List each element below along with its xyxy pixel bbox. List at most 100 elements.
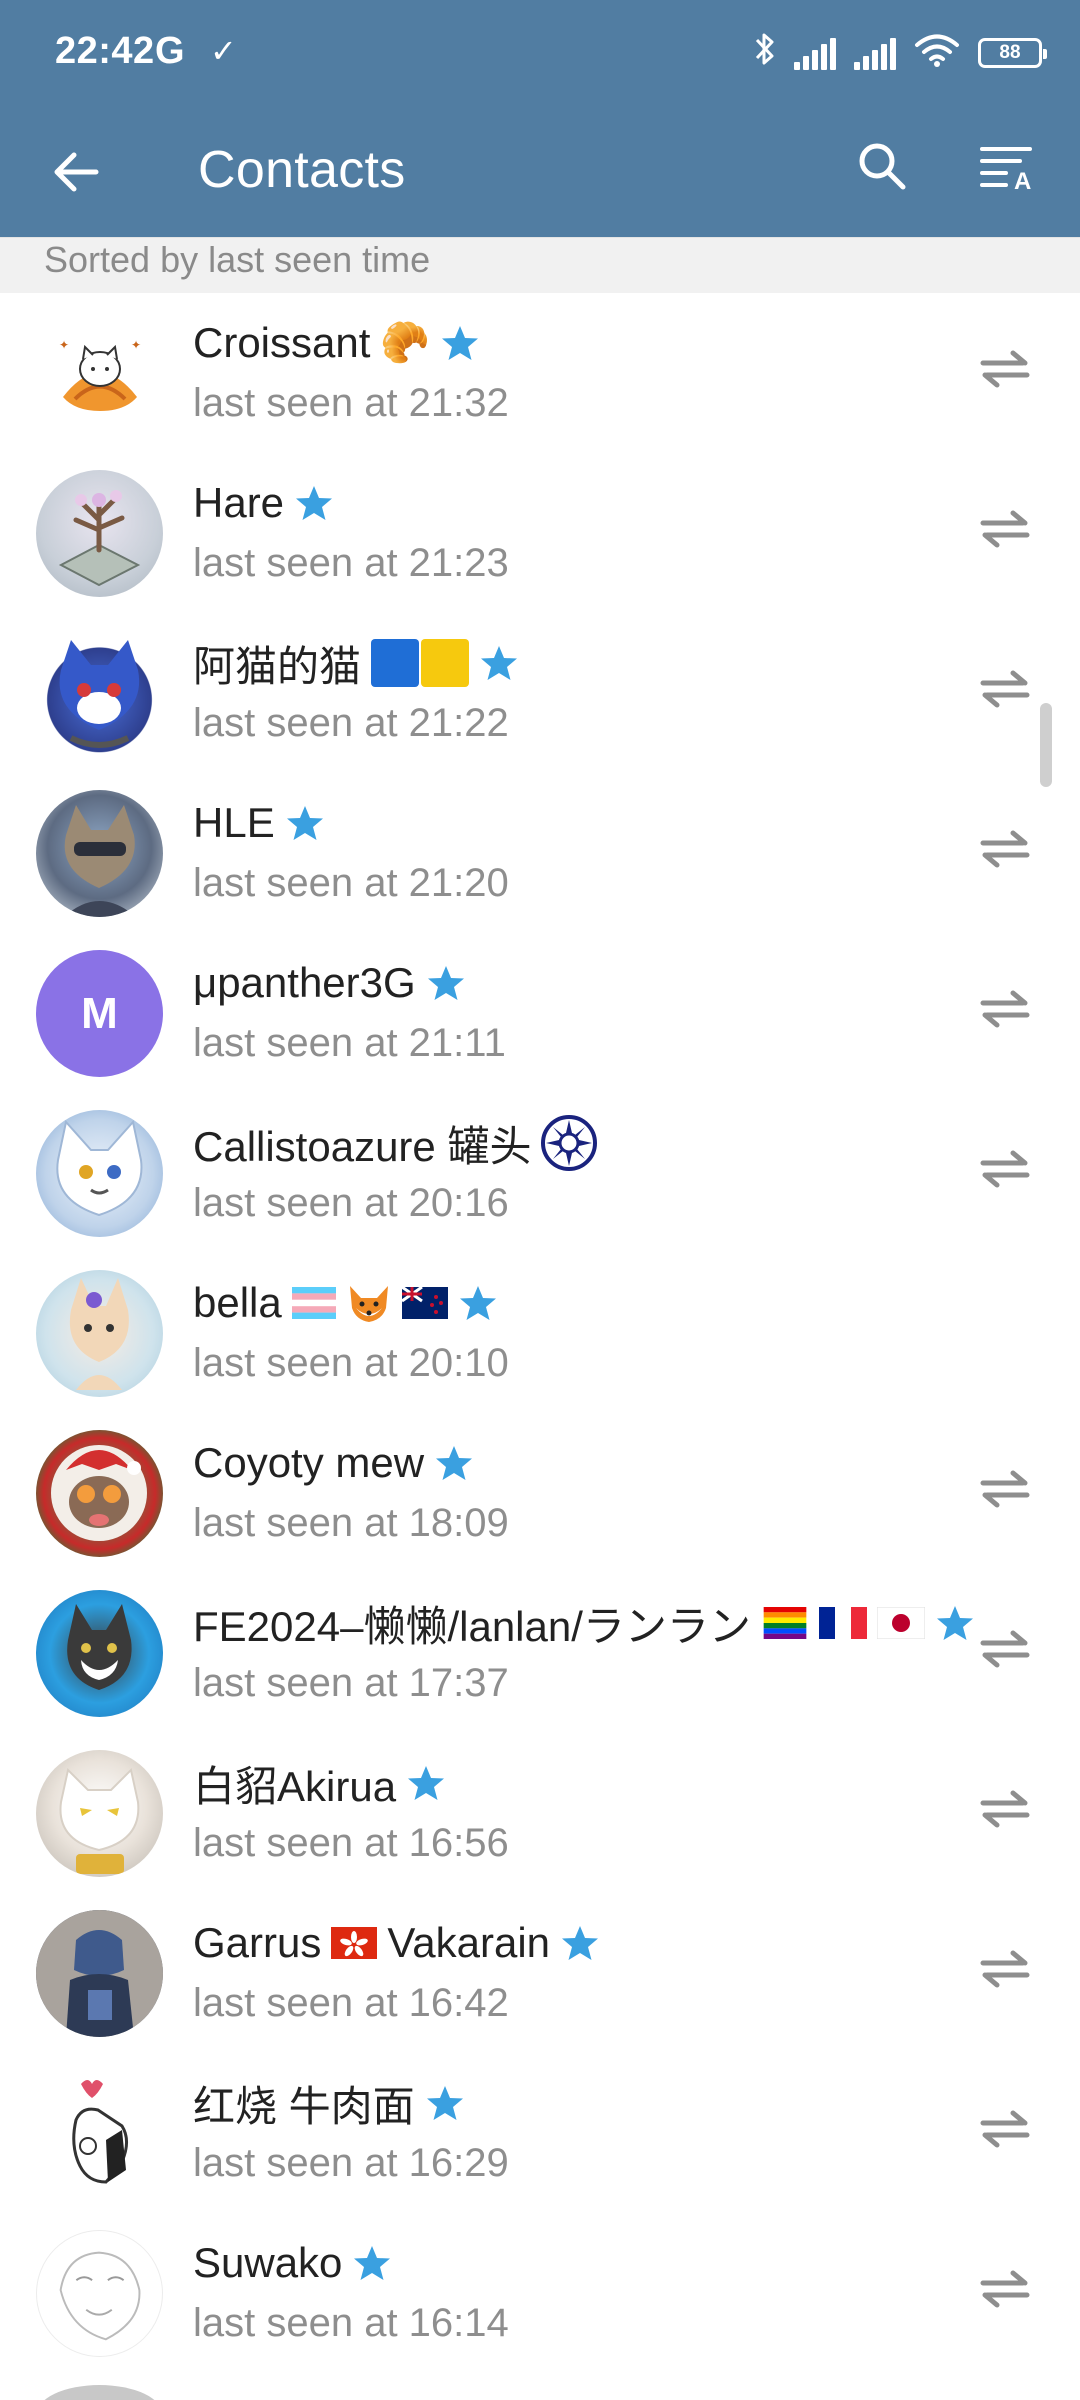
contact-name: Coyoty mew	[193, 1439, 425, 1486]
last-seen: last seen at 21:20	[193, 861, 509, 905]
status-icons: 88	[754, 28, 1047, 78]
bluetooth-icon	[754, 31, 776, 76]
star-icon	[286, 806, 323, 840]
app-header: 22:42 G ✓ 88 Contacts A	[0, 0, 1080, 237]
avatar[interactable]: ✦ ✦	[36, 310, 163, 437]
transgender-flag-icon	[291, 1287, 336, 1319]
star-icon	[296, 486, 333, 520]
contact-name: Callistoazure 罐头	[193, 1122, 532, 1170]
toolbar: Contacts A	[0, 108, 1080, 237]
swap-button[interactable]	[970, 499, 1040, 559]
contact-row[interactable]: HLE last seen at 21:20	[0, 773, 1080, 933]
swap-button[interactable]	[970, 2099, 1040, 2159]
yellow-square-emoji	[421, 639, 470, 687]
last-seen: last seen at 16:14	[193, 2301, 509, 2345]
contact-name: Hare	[193, 479, 285, 526]
contact-row[interactable]: FE2024–懒懒/lanlan/ランラン last seen at 17:37	[0, 1573, 1080, 1733]
star-icon	[562, 1926, 599, 1960]
contact-name-suffix: Vakarain	[387, 1919, 551, 1966]
avatar[interactable]	[36, 1910, 163, 2037]
avatar[interactable]: M	[36, 950, 163, 1077]
last-seen: last seen at 16:42	[193, 1981, 509, 2025]
swap-icon	[980, 1470, 1030, 1508]
swap-icon	[980, 350, 1030, 388]
blue-square-emoji	[371, 639, 420, 687]
flag-squares	[371, 639, 470, 687]
rainbow-flag-icon	[763, 1607, 807, 1639]
signal-icon	[794, 36, 836, 70]
swap-button[interactable]	[970, 659, 1040, 719]
swap-button[interactable]	[970, 1939, 1040, 1999]
swap-icon	[980, 1150, 1030, 1188]
avatar[interactable]	[36, 470, 163, 597]
swap-icon	[980, 1790, 1030, 1828]
last-seen: last seen at 20:10	[193, 1341, 509, 1385]
contact-name: bella	[193, 1279, 282, 1326]
swap-icon	[980, 670, 1030, 708]
last-seen: last seen at 16:56	[193, 1821, 509, 1865]
avatar[interactable]	[36, 2230, 163, 2357]
contact-row[interactable]: Callistoazure 罐头 last seen at 20:16	[0, 1093, 1080, 1253]
avatar[interactable]	[36, 790, 163, 917]
swap-button[interactable]	[970, 2259, 1040, 2319]
swap-button[interactable]	[970, 1779, 1040, 1839]
contact-name-line: Coyoty mew	[193, 1435, 474, 1491]
swap-button[interactable]	[970, 339, 1040, 399]
contact-name: HLE	[193, 799, 275, 846]
svg-text:✦: ✦	[59, 338, 69, 352]
scrollbar-thumb[interactable]	[1040, 703, 1052, 787]
last-seen: last seen at 21:23	[193, 541, 509, 585]
new-zealand-flag-icon	[401, 1287, 448, 1319]
contact-name-line: Suwako	[193, 2235, 392, 2291]
avatar[interactable]	[36, 1590, 163, 1717]
contact-row[interactable]: Garrus Vakarain last seen at 16:42	[0, 1893, 1080, 2053]
swap-icon	[980, 830, 1030, 868]
section-header: Sorted by last seen time	[0, 237, 1080, 293]
contact-name: FE2024–懒懒/lanlan/ランラン	[193, 1602, 751, 1650]
contact-row[interactable]: ✦ ✦ Croissant 🥐 last seen at 21:32	[0, 293, 1080, 453]
contact-row[interactable]: 白貂Akirua last seen at 16:56	[0, 1733, 1080, 1893]
avatar[interactable]	[36, 2385, 163, 2400]
contact-row[interactable]: bella last seen at 20:10	[0, 1253, 1080, 1413]
avatar[interactable]	[36, 630, 163, 757]
contact-name-line: 白貂Akirua	[193, 1755, 446, 1811]
status-time: 22:42	[55, 30, 155, 72]
search-button[interactable]	[846, 130, 918, 202]
swap-button[interactable]	[970, 1619, 1040, 1679]
fox-emoji	[349, 1286, 388, 1322]
swap-button[interactable]	[970, 819, 1040, 879]
hong-kong-flag-icon	[331, 1927, 378, 1959]
contact-name: 红烧 牛肉面	[193, 2082, 415, 2130]
last-seen: last seen at 21:11	[193, 1021, 506, 1065]
avatar[interactable]	[36, 2070, 163, 2197]
swap-button[interactable]	[970, 979, 1040, 1039]
contact-row[interactable]: Hare last seen at 21:23	[0, 453, 1080, 613]
avatar[interactable]	[36, 1270, 163, 1397]
sort-button[interactable]: A	[974, 130, 1046, 202]
contact-name-line: HLE	[193, 795, 325, 851]
avatar-initial: M	[81, 988, 118, 1038]
swap-button[interactable]	[970, 1139, 1040, 1199]
last-seen: last seen at 21:22	[193, 701, 509, 745]
back-button[interactable]	[40, 136, 112, 208]
contact-name: μpanther3G	[193, 959, 416, 1006]
contact-name-line: bella	[193, 1275, 498, 1331]
swap-icon	[980, 1950, 1030, 1988]
signal-icon	[854, 36, 896, 70]
contact-row[interactable]: M μpanther3G last seen at 21:11	[0, 933, 1080, 1093]
network-type: G	[155, 30, 185, 72]
contact-name-line: 红烧 牛肉面	[193, 2075, 465, 2131]
france-flag-icon	[818, 1607, 867, 1639]
contact-name: Croissant	[193, 319, 371, 366]
contact-list[interactable]: ✦ ✦ Croissant 🥐 last seen at 21:32 Hare …	[0, 293, 1080, 2373]
avatar[interactable]	[36, 1430, 163, 1557]
avatar[interactable]	[36, 1750, 163, 1877]
swap-button[interactable]	[970, 1459, 1040, 1519]
contact-row[interactable]: 红烧 牛肉面 last seen at 16:29	[0, 2053, 1080, 2213]
star-icon	[481, 646, 518, 680]
contact-row[interactable]: Suwako last seen at 16:14	[0, 2213, 1080, 2373]
contact-row[interactable]: Coyoty mew last seen at 18:09	[0, 1413, 1080, 1573]
star-icon	[427, 966, 464, 1000]
avatar[interactable]	[36, 1110, 163, 1237]
contact-row[interactable]: 阿猫的猫 last seen at 21:22	[0, 613, 1080, 773]
